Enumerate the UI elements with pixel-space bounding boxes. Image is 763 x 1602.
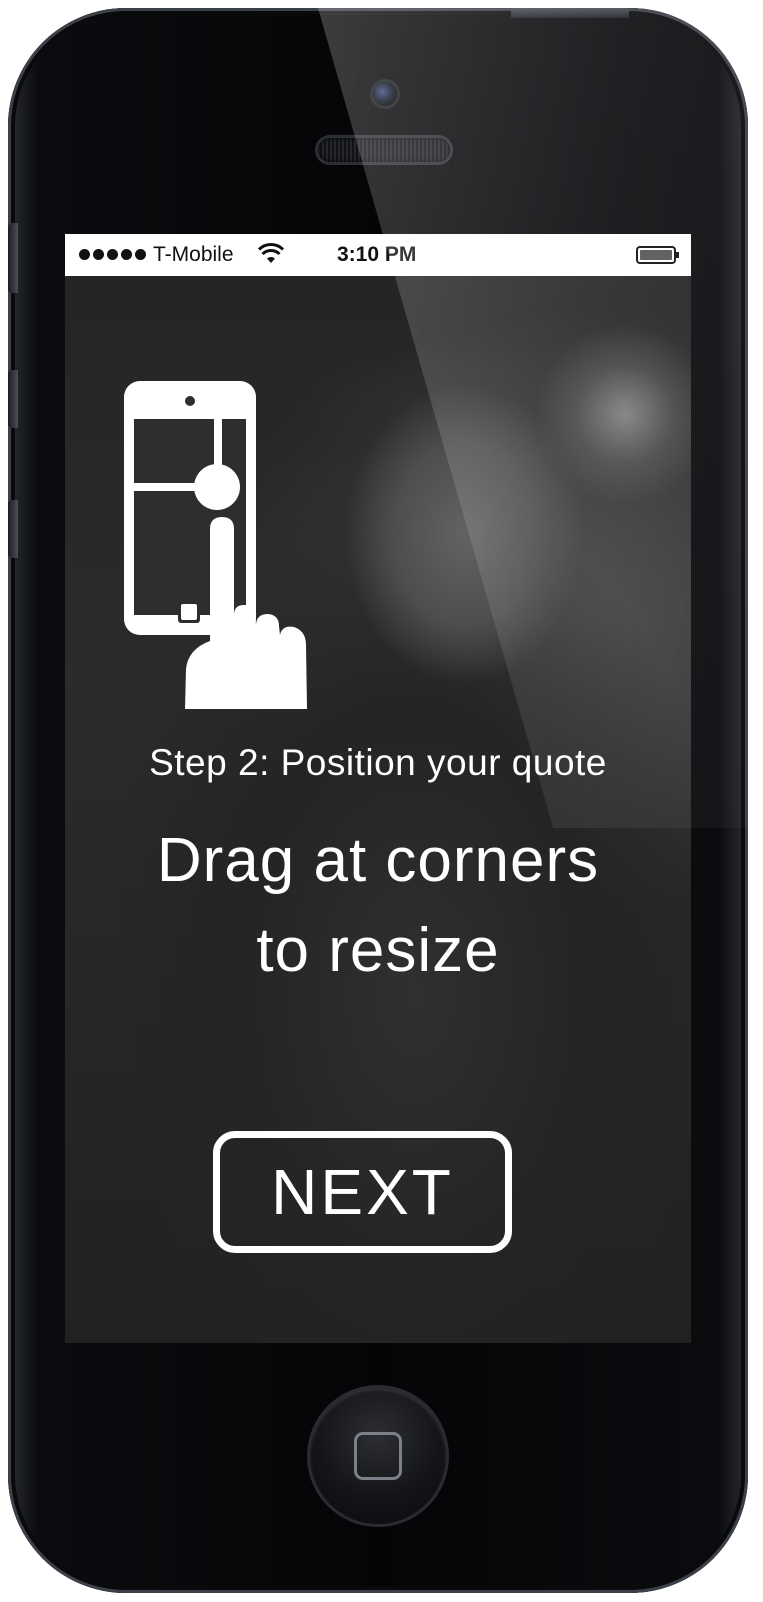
signal-dots-icon xyxy=(79,249,146,260)
mute-switch xyxy=(8,223,18,293)
wifi-icon xyxy=(258,243,284,263)
instruction-text: Drag at corners to resize xyxy=(65,816,691,996)
volume-down-button xyxy=(8,500,18,558)
instruction-line-1: Drag at corners xyxy=(156,826,600,895)
battery-icon xyxy=(636,246,679,264)
phone-device: T-Mobile 3:10 PM Step 2: Position your q… xyxy=(8,8,748,1593)
phone-with-finger-drag-icon xyxy=(124,381,307,709)
clock: 3:10 PM xyxy=(337,243,417,266)
power-button xyxy=(511,8,629,18)
volume-up-button xyxy=(8,370,18,428)
earpiece-speaker xyxy=(318,138,450,162)
instruction-line-2: to resize xyxy=(256,916,500,985)
carrier-name: T-Mobile xyxy=(153,243,234,266)
status-bar: T-Mobile 3:10 PM xyxy=(65,234,691,276)
home-square-icon xyxy=(354,1432,402,1480)
step-label: Step 2: Position your quote xyxy=(149,742,607,783)
front-camera xyxy=(373,82,397,106)
home-button[interactable] xyxy=(310,1388,446,1524)
app-screen: T-Mobile 3:10 PM Step 2: Position your q… xyxy=(65,234,691,1343)
next-button[interactable]: NEXT xyxy=(213,1131,512,1253)
